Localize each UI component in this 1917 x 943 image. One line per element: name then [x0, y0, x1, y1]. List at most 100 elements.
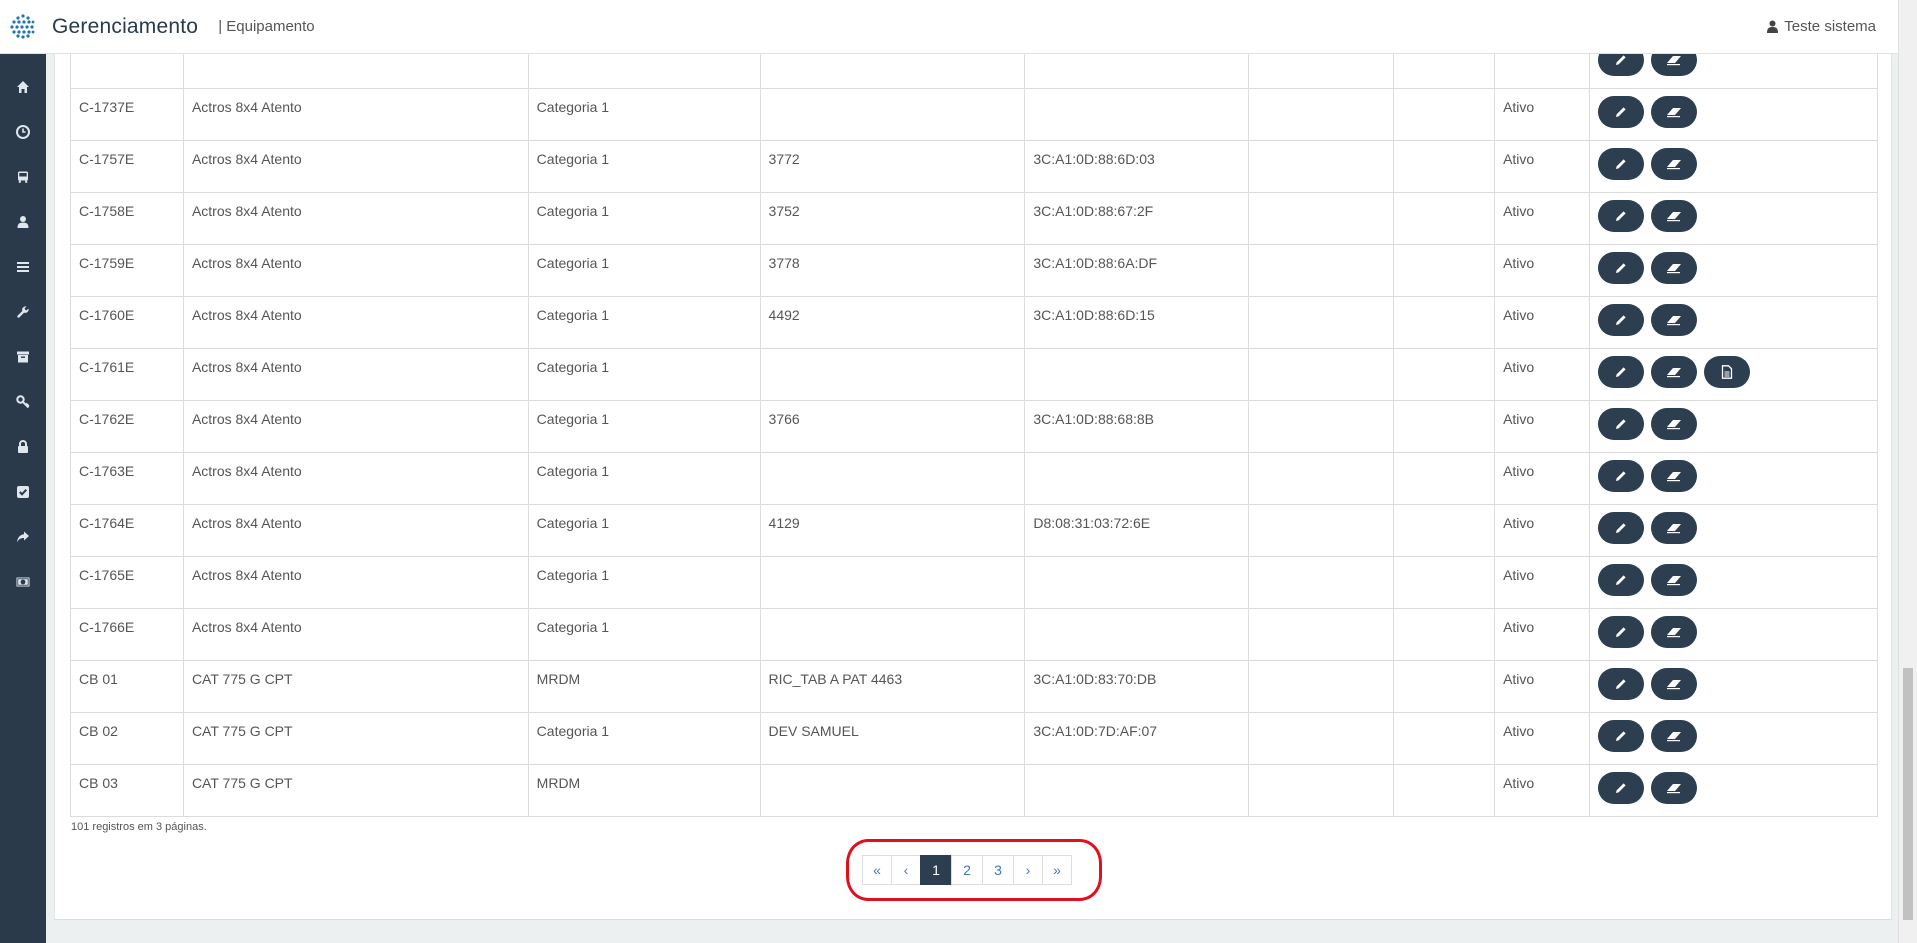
- cell-mac: [1024, 608, 1250, 661]
- sidebar-item-home[interactable]: [0, 64, 46, 109]
- delete-button[interactable]: [1651, 356, 1698, 388]
- cell-tag: [759, 608, 1026, 661]
- cell-empty: [1248, 608, 1395, 661]
- edit-button[interactable]: [1598, 720, 1645, 752]
- cell-empty: [1393, 140, 1496, 193]
- eraser-icon: [1667, 368, 1682, 378]
- edit-button[interactable]: [1598, 252, 1645, 284]
- edit-button[interactable]: [1598, 668, 1645, 700]
- sidebar-item-clock[interactable]: [0, 109, 46, 154]
- app-logo[interactable]: [0, 0, 46, 54]
- page-scrollbar[interactable]: [1898, 0, 1917, 943]
- delete-button[interactable]: [1651, 96, 1698, 128]
- key-icon: [16, 394, 30, 408]
- pencil-icon: [1616, 315, 1626, 325]
- cell-tag: 4129: [759, 504, 1026, 557]
- delete-button[interactable]: [1651, 148, 1698, 180]
- delete-button[interactable]: [1651, 564, 1698, 596]
- cell-model: Actros 8x4 Atento: [182, 244, 529, 297]
- edit-button[interactable]: [1598, 356, 1645, 388]
- edit-button[interactable]: [1598, 616, 1645, 648]
- cell-tag: 3752: [759, 192, 1026, 245]
- eraser-icon: [1667, 732, 1682, 742]
- edit-button[interactable]: [1598, 200, 1645, 232]
- eraser-icon: [1667, 420, 1682, 430]
- sidebar-item-lock[interactable]: [0, 424, 46, 469]
- edit-button[interactable]: [1598, 772, 1645, 804]
- cell-empty: [1393, 712, 1496, 765]
- cell-code: C-1761E: [70, 348, 184, 401]
- pencil-icon: [1616, 55, 1626, 65]
- cell-empty: [1393, 192, 1496, 245]
- cell-status: Ativo: [1494, 244, 1591, 297]
- page-2-button[interactable]: 2: [951, 855, 983, 885]
- cell-code: C-1765E: [70, 556, 184, 609]
- sidebar-item-user[interactable]: [0, 199, 46, 244]
- scrollbar-thumb[interactable]: [1903, 668, 1913, 920]
- sidebar-item-wrench[interactable]: [0, 289, 46, 334]
- edit-button[interactable]: [1598, 460, 1645, 492]
- page-1-button[interactable]: 1: [920, 855, 952, 885]
- pencil-icon: [1616, 627, 1626, 637]
- sidebar-item-list[interactable]: [0, 244, 46, 289]
- app-title: Gerenciamento: [52, 14, 199, 38]
- pencil-icon: [1616, 263, 1626, 273]
- page-3-button[interactable]: 3: [982, 855, 1014, 885]
- delete-button[interactable]: [1651, 668, 1698, 700]
- eraser-icon: [1667, 264, 1682, 274]
- prev-page-button[interactable]: ‹: [891, 855, 921, 885]
- list-icon: [17, 261, 29, 272]
- cell-mac: 3C:A1:0D:88:6D:03: [1024, 140, 1250, 193]
- cell-code: C-1762E: [70, 400, 184, 453]
- sidebar-item-bus[interactable]: [0, 154, 46, 199]
- cell-empty: [1248, 452, 1395, 505]
- edit-button[interactable]: [1598, 304, 1645, 336]
- delete-button[interactable]: [1651, 720, 1698, 752]
- cell-empty: [1393, 764, 1496, 817]
- cell-tag: RIC_TAB A PAT 4463: [759, 660, 1026, 713]
- document-button[interactable]: [1704, 356, 1751, 388]
- money-icon: [16, 577, 30, 586]
- cell-model: Actros 8x4 Atento: [182, 192, 529, 245]
- clock-icon: [16, 124, 30, 139]
- sidebar-item-key[interactable]: [0, 379, 46, 424]
- delete-button[interactable]: [1651, 460, 1698, 492]
- edit-button[interactable]: [1598, 408, 1645, 440]
- eraser-icon: [1667, 680, 1682, 690]
- delete-button[interactable]: [1651, 252, 1698, 284]
- equipment-table: C-1737E Actros 8x4 Atento Categoria 1 Ativo…: [70, 36, 1878, 817]
- delete-button[interactable]: [1651, 304, 1698, 336]
- table-row: C-1760E Actros 8x4 Atento Categoria 1 4492 3…: [70, 296, 1878, 349]
- sidebar-item-money[interactable]: [0, 559, 46, 604]
- cell-empty: [1248, 296, 1395, 349]
- delete-button[interactable]: [1651, 772, 1698, 804]
- edit-button[interactable]: [1598, 96, 1645, 128]
- edit-button[interactable]: [1598, 564, 1645, 596]
- cell-status: Ativo: [1494, 296, 1591, 349]
- top-bar: Gerenciamento | Equipamento Teste sistem…: [0, 0, 1898, 54]
- delete-button[interactable]: [1651, 408, 1698, 440]
- next-page-button[interactable]: ›: [1013, 855, 1043, 885]
- cell-mac: 3C:A1:0D:88:6D:15: [1024, 296, 1250, 349]
- user-menu[interactable]: Teste sistema: [1767, 18, 1876, 35]
- table-row: CB 01 CAT 775 G CPT MRDM RIC_TAB A PAT 4463…: [70, 660, 1878, 713]
- sidebar-item-check-square[interactable]: [0, 469, 46, 514]
- cell-status: Ativo: [1494, 348, 1591, 401]
- last-page-button[interactable]: »: [1042, 855, 1072, 885]
- share-icon: [17, 531, 29, 542]
- sidebar-item-share[interactable]: [0, 514, 46, 559]
- cell-mac: [1024, 452, 1250, 505]
- cell-code: CB 01: [70, 660, 184, 713]
- cell-actions: [1589, 192, 1878, 245]
- edit-button[interactable]: [1598, 148, 1645, 180]
- first-page-button[interactable]: «: [862, 855, 892, 885]
- delete-button[interactable]: [1651, 512, 1698, 544]
- edit-button[interactable]: [1598, 512, 1645, 544]
- sidebar-item-archive[interactable]: [0, 334, 46, 379]
- cell-model: Actros 8x4 Atento: [182, 140, 529, 193]
- cell-category: Categoria 1: [527, 452, 761, 505]
- cell-empty: [1248, 504, 1395, 557]
- cell-category: Categoria 1: [527, 712, 761, 765]
- delete-button[interactable]: [1651, 200, 1698, 232]
- delete-button[interactable]: [1651, 616, 1698, 648]
